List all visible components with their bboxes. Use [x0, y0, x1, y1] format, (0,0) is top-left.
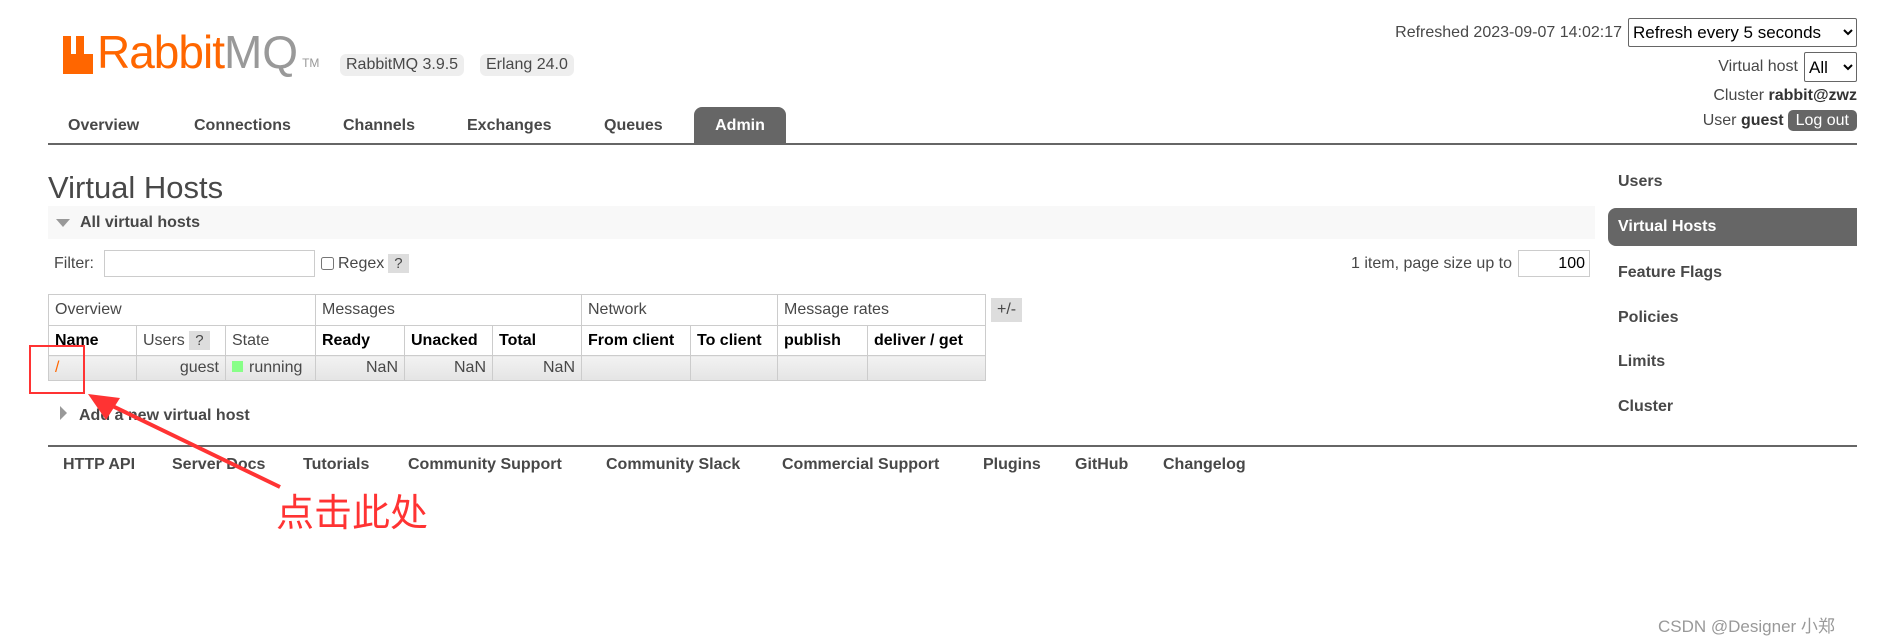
refreshed-text: Refreshed 2023-09-07 14:02:17 — [1395, 23, 1622, 41]
group-overview: Overview — [48, 294, 316, 326]
footer-link-changelog[interactable]: Changelog — [1163, 456, 1246, 474]
annotation-highlight-box — [29, 345, 85, 394]
users-help-button[interactable]: ? — [189, 330, 210, 350]
paging-text: 1 item, page size up to — [1351, 254, 1512, 272]
sidebar-item-virtual-hosts[interactable]: Virtual Hosts — [1608, 208, 1857, 246]
rabbit-icon — [63, 36, 93, 74]
regex-checkbox[interactable] — [321, 257, 334, 270]
vhost-label: Virtual host — [1718, 58, 1798, 75]
version-badge: RabbitMQ 3.9.5 — [340, 54, 465, 76]
cluster-name: rabbit@zwz — [1768, 87, 1858, 104]
col-users[interactable]: Users ? — [136, 325, 226, 356]
rabbitmq-logo: Rabbit MQ TM — [63, 29, 319, 75]
group-messages: Messages — [315, 294, 582, 326]
col-total[interactable]: Total — [492, 325, 582, 356]
tab-overview[interactable]: Overview — [54, 107, 153, 144]
filter-label: Filter: — [54, 254, 94, 272]
columns-toggle-button[interactable]: +/- — [991, 298, 1023, 322]
cell-total: NaN — [492, 355, 582, 381]
page-title: Virtual Hosts — [48, 170, 224, 205]
col-publish[interactable]: publish — [777, 325, 868, 356]
col-ready[interactable]: Ready — [315, 325, 405, 356]
user-label: User — [1702, 112, 1737, 129]
group-network: Network — [581, 294, 778, 326]
logout-button[interactable]: Log out — [1787, 110, 1857, 131]
header-divider — [48, 143, 1857, 145]
cell-publish — [777, 355, 868, 381]
sidebar-item-limits[interactable]: Limits — [1608, 343, 1857, 381]
regex-label: Regex — [338, 254, 385, 272]
vhost-select[interactable]: All — [1804, 52, 1857, 82]
group-message-rates: Message rates — [777, 294, 986, 326]
sidebar-item-feature-flags[interactable]: Feature Flags — [1608, 254, 1857, 292]
table-row: / guest running NaN NaN NaN — [48, 355, 986, 381]
cell-to-client — [690, 355, 778, 381]
footer-link-commercial-support[interactable]: Commercial Support — [782, 456, 939, 474]
col-deliver-get[interactable]: deliver / get — [867, 325, 986, 356]
annotation-arrow-icon — [88, 394, 281, 489]
running-status-icon — [232, 361, 243, 372]
col-unacked[interactable]: Unacked — [404, 325, 493, 356]
user-name: guest — [1740, 112, 1784, 129]
tab-admin[interactable]: Admin — [694, 107, 786, 144]
expand-triangle-icon — [60, 406, 67, 420]
sidebar-item-cluster[interactable]: Cluster — [1608, 388, 1857, 426]
footer-link-plugins[interactable]: Plugins — [983, 456, 1041, 474]
section-toggle-all-vhosts[interactable]: All virtual hosts — [48, 206, 1595, 239]
footer-divider — [48, 445, 1857, 447]
vhosts-table: Overview Messages Network Message rates … — [48, 294, 986, 381]
footer-link-community-slack[interactable]: Community Slack — [606, 456, 740, 474]
annotation-note: 点击此处 — [276, 493, 429, 535]
cell-from-client — [581, 355, 691, 381]
footer-link-tutorials[interactable]: Tutorials — [303, 456, 369, 474]
cell-unacked: NaN — [404, 355, 493, 381]
page-size-input[interactable] — [1518, 250, 1590, 277]
tab-connections[interactable]: Connections — [180, 107, 305, 144]
sidebar-item-users[interactable]: Users — [1608, 163, 1857, 201]
filter-input[interactable] — [104, 250, 315, 277]
col-from-client[interactable]: From client — [581, 325, 691, 356]
tab-exchanges[interactable]: Exchanges — [453, 107, 565, 144]
tab-queues[interactable]: Queues — [590, 107, 677, 144]
sidebar-item-policies[interactable]: Policies — [1608, 299, 1857, 337]
watermark: CSDN @Designer 小郑 — [1658, 617, 1835, 636]
regex-help-button[interactable]: ? — [388, 254, 409, 273]
collapse-triangle-icon — [56, 219, 70, 227]
cell-users: guest — [136, 355, 226, 381]
col-state[interactable]: State — [225, 325, 316, 356]
tab-channels[interactable]: Channels — [329, 107, 429, 144]
refresh-select[interactable]: Refresh every 5 seconds — [1628, 18, 1857, 47]
cell-deliver-get — [867, 355, 986, 381]
footer-link-community-support[interactable]: Community Support — [408, 456, 562, 474]
footer-link-github[interactable]: GitHub — [1075, 456, 1128, 474]
col-to-client[interactable]: To client — [690, 325, 778, 356]
cell-state: running — [225, 355, 316, 381]
section-title: All virtual hosts — [80, 214, 201, 231]
cluster-label: Cluster — [1713, 87, 1765, 104]
erlang-badge: Erlang 24.0 — [480, 54, 574, 76]
cell-ready: NaN — [315, 355, 405, 381]
